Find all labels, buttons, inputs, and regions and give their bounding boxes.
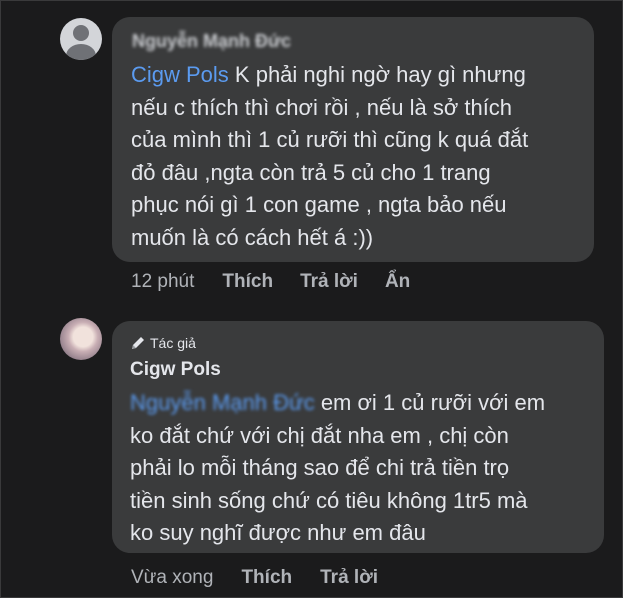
- comment-text: Cigw Pols K phải nghi ngờ hay gì nhưng n…: [131, 59, 528, 254]
- comment-text-line: muốn là có cách hết á :)): [131, 224, 374, 250]
- pencil-icon: [132, 337, 144, 349]
- comment-actions: 12 phút Thích Trả lời Ẩn: [131, 271, 410, 293]
- comment-author-name[interactable]: Cigw Pols: [130, 359, 221, 381]
- reply-button[interactable]: Trả lời: [300, 271, 358, 293]
- comment-text-line: Nguyễn Mạnh Đức em ơi 1 củ rưỡi với em: [130, 387, 545, 420]
- mention-link[interactable]: Nguyễn Mạnh Đức: [130, 390, 315, 415]
- default-user-icon[interactable]: [60, 18, 102, 60]
- comment-text-line: phục nói gì 1 con game , ngta bảo nếu: [131, 192, 507, 217]
- comment-text-segment: em ơi 1 củ rưỡi với em: [314, 390, 546, 415]
- author-badge: Tác giả: [130, 335, 196, 351]
- mention-link[interactable]: Cigw Pols: [131, 62, 229, 87]
- comment-text-line: ko suy nghĩ được như em đâu: [130, 520, 426, 545]
- like-button[interactable]: Thích: [222, 271, 273, 293]
- comment-actions: Vừa xong Thích Trả lời: [131, 567, 378, 589]
- author-badge-label: Tác giả: [150, 335, 196, 351]
- comment-bubble: Tác giả Cigw Pols Nguyễn Mạnh Đức em ơi …: [112, 321, 604, 553]
- comment-timestamp[interactable]: Vừa xong: [131, 567, 213, 589]
- comment-text-line: tiền sinh sống chứ có tiêu không 1tr5 mà: [130, 487, 528, 513]
- comment-text-line: ko đắt chứ với chị đắt nha em , chị còn: [130, 422, 509, 448]
- comment-timestamp[interactable]: 12 phút: [131, 271, 194, 293]
- comment-text: Nguyễn Mạnh Đức em ơi 1 củ rưỡi với em k…: [130, 387, 545, 550]
- hide-button[interactable]: Ẩn: [385, 271, 410, 293]
- comment-text-line: Cigw Pols K phải nghi ngờ hay gì nhưng: [131, 59, 528, 92]
- profile-photo[interactable]: [60, 318, 102, 360]
- comment-text-line: phải lo mỗi tháng sao để chi trả tiền tr…: [130, 455, 510, 480]
- comment-text-segment: K phải nghi ngờ hay gì nhưng: [228, 62, 526, 87]
- comment-text-line: nếu c thích thì chơi rồi , nếu là sở thí…: [131, 94, 513, 120]
- comment-author-name[interactable]: Nguyễn Mạnh Đức: [132, 31, 291, 52]
- comment-text-line: của mình thì 1 củ rưỡi thì cũng k quá đắ…: [131, 127, 529, 152]
- comment-text-line: đỏ đâu ,ngta còn trả 5 củ cho 1 trang: [131, 159, 491, 185]
- reply-button[interactable]: Trả lời: [320, 567, 378, 589]
- like-button[interactable]: Thích: [241, 567, 292, 589]
- comment-bubble: Nguyễn Mạnh Đức Cigw Pols K phải nghi ng…: [112, 17, 594, 262]
